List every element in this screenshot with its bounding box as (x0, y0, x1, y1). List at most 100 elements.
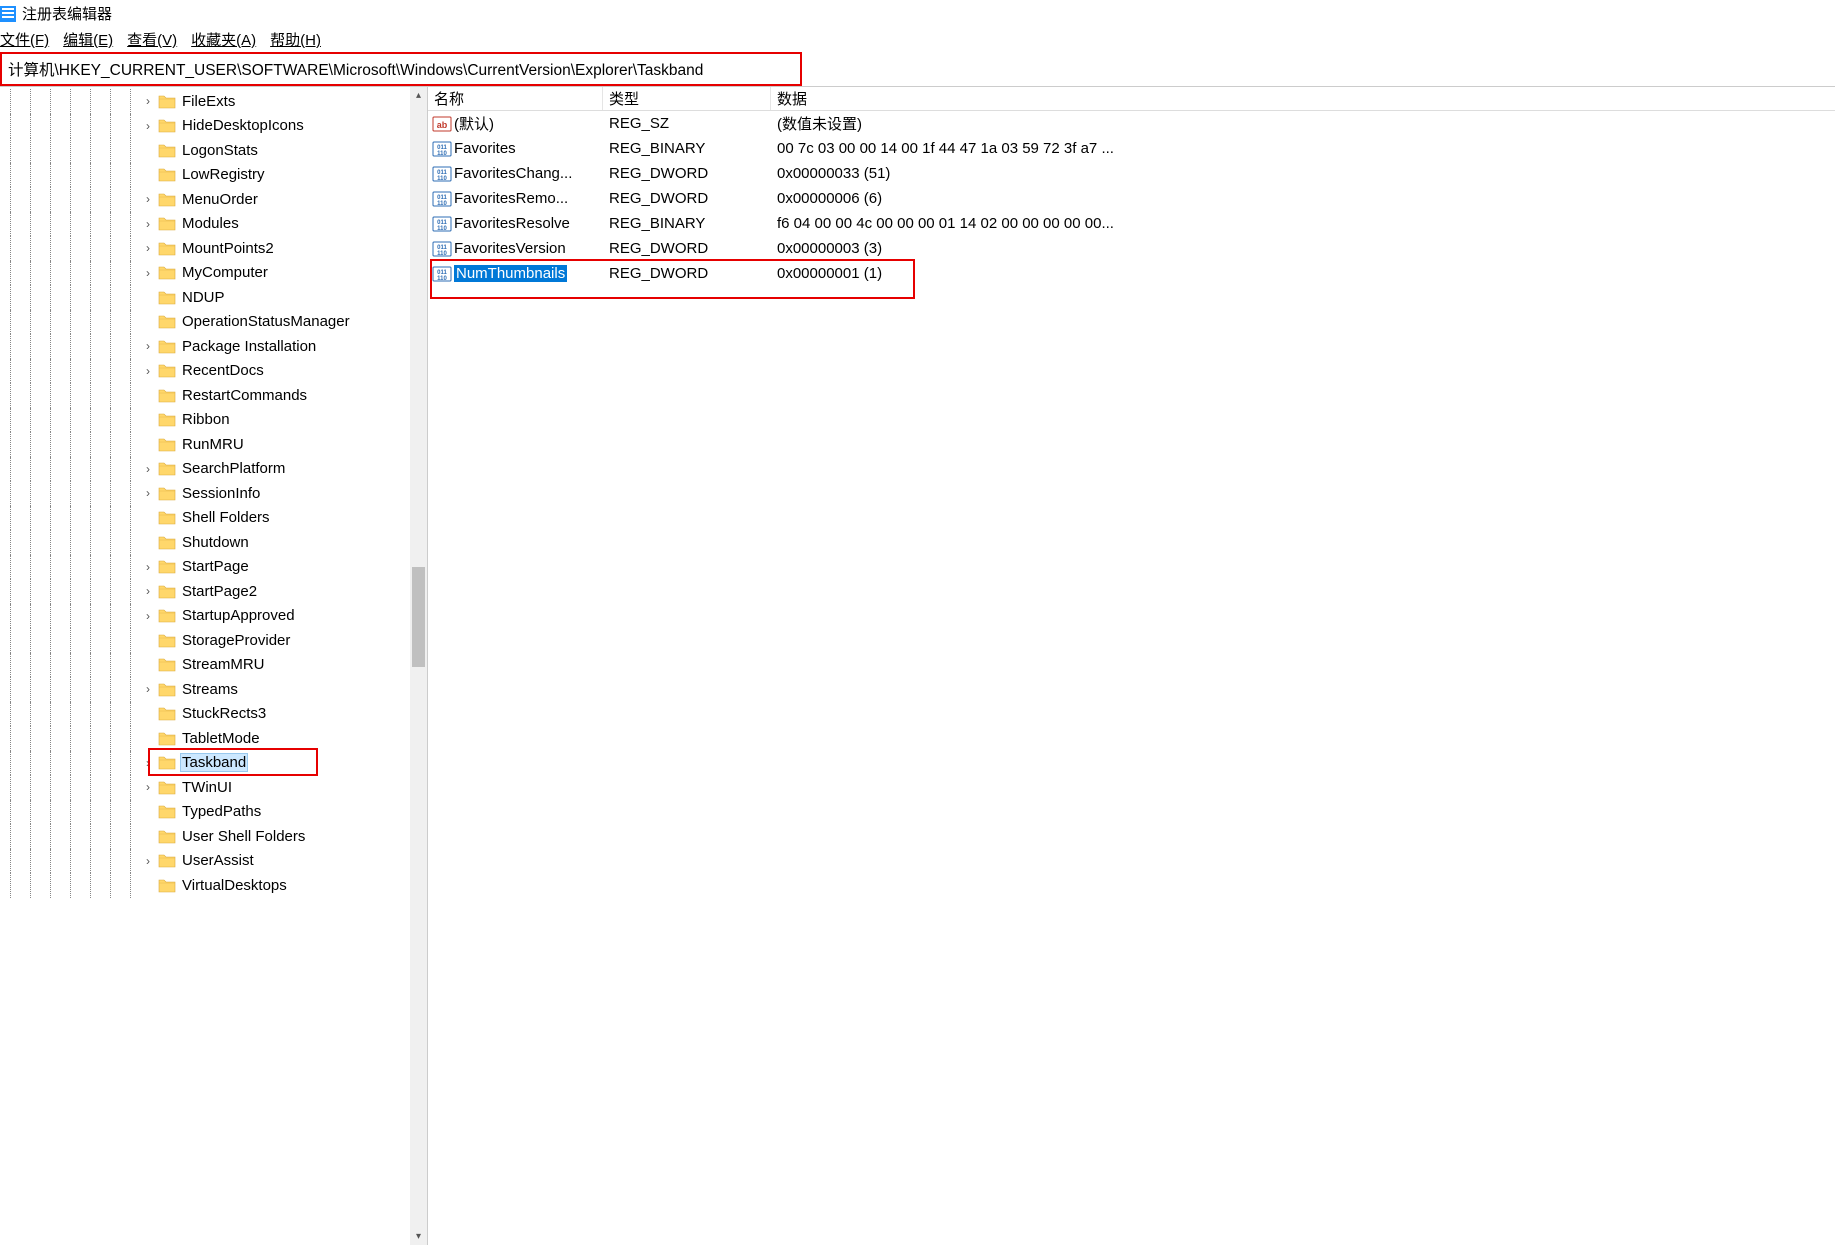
tree-item-label: Shell Folders (180, 509, 272, 526)
tree-item[interactable]: ·User Shell Folders (0, 824, 427, 849)
tree-item[interactable]: › StartPage2 (0, 579, 427, 604)
folder-icon (158, 363, 176, 378)
chevron-right-icon[interactable]: › (140, 462, 156, 476)
tree-item-label: Shutdown (180, 534, 251, 551)
chevron-right-icon[interactable]: › (140, 609, 156, 623)
tree-item[interactable]: ·RestartCommands (0, 383, 427, 408)
value-row[interactable]: 011110FavoritesResolveREG_BINARYf6 04 00… (428, 211, 1835, 236)
menu-file[interactable]: 文件(F) (0, 29, 49, 50)
tree-item-label: StuckRects3 (180, 705, 268, 722)
menu-favorites[interactable]: 收藏夹(A) (191, 29, 256, 50)
tree-item-label: SessionInfo (180, 485, 262, 502)
scroll-down-icon[interactable]: ▾ (410, 1228, 427, 1245)
chevron-right-icon[interactable]: › (140, 780, 156, 794)
folder-icon (158, 461, 176, 476)
tree-branch-icon: · (140, 413, 156, 427)
folder-icon (158, 878, 176, 893)
tree-branch-icon: · (140, 535, 156, 549)
column-type[interactable]: 类型 (603, 87, 771, 110)
tree-item[interactable]: › SessionInfo (0, 481, 427, 506)
tree-item[interactable]: ·TypedPaths (0, 800, 427, 825)
tree-item[interactable]: ›SearchPlatform (0, 457, 427, 482)
chevron-right-icon[interactable]: › (140, 486, 156, 500)
address-bar[interactable]: 计算机\HKEY_CURRENT_USER\SOFTWARE\Microsoft… (0, 52, 802, 86)
chevron-right-icon[interactable]: › (140, 682, 156, 696)
chevron-right-icon[interactable]: › (140, 241, 156, 255)
tree-item[interactable]: ·StreamMRU (0, 653, 427, 678)
menu-help[interactable]: 帮助(H) (270, 29, 321, 50)
values-list[interactable]: ab(默认)REG_SZ(数值未设置)011110FavoritesREG_BI… (428, 111, 1835, 286)
value-row[interactable]: 011110NumThumbnailsREG_DWORD0x00000001 (… (428, 261, 1835, 286)
value-row[interactable]: ab(默认)REG_SZ(数值未设置) (428, 111, 1835, 136)
tree-item-label: VirtualDesktops (180, 877, 289, 894)
tree-item-label: NDUP (180, 289, 227, 306)
tree-scrollbar[interactable]: ▴ ▾ (410, 87, 427, 1245)
tree-item[interactable]: ›RecentDocs (0, 359, 427, 384)
tree-item[interactable]: ·VirtualDesktops (0, 873, 427, 898)
tree-item[interactable]: ·Shell Folders (0, 506, 427, 531)
tree-item[interactable]: ·RunMRU (0, 432, 427, 457)
string-value-icon: ab (432, 115, 452, 133)
chevron-right-icon[interactable]: › (140, 364, 156, 378)
tree-item[interactable]: ·Ribbon (0, 408, 427, 433)
folder-icon (158, 535, 176, 550)
chevron-right-icon[interactable]: › (140, 584, 156, 598)
value-data: 0x00000006 (6) (771, 190, 1835, 207)
tree-item[interactable]: ·LogonStats (0, 138, 427, 163)
tree-item[interactable]: ›MountPoints2 (0, 236, 427, 261)
scroll-up-icon[interactable]: ▴ (410, 87, 427, 104)
tree-item[interactable]: › FileExts (0, 89, 427, 114)
column-data[interactable]: 数据 (771, 87, 1835, 110)
tree-item-label: StartPage2 (180, 583, 259, 600)
menu-view[interactable]: 查看(V) (127, 29, 177, 50)
tree-item[interactable]: ›Modules (0, 212, 427, 237)
folder-icon (158, 143, 176, 158)
tree-item[interactable]: ›MenuOrder (0, 187, 427, 212)
svg-text:110: 110 (437, 276, 447, 282)
tree-item[interactable]: ›MyComputer (0, 261, 427, 286)
tree-item[interactable]: ›TWinUI (0, 775, 427, 800)
values-pane: 名称 类型 数据 ab(默认)REG_SZ(数值未设置)011110Favori… (428, 87, 1835, 1245)
tree-item[interactable]: › HideDesktopIcons (0, 114, 427, 139)
chevron-right-icon[interactable]: › (140, 266, 156, 280)
tree-item[interactable]: ›Streams (0, 677, 427, 702)
tree-item[interactable]: · Shutdown (0, 530, 427, 555)
tree-item[interactable]: ·NDUP (0, 285, 427, 310)
chevron-right-icon[interactable]: › (140, 94, 156, 108)
scroll-thumb[interactable] (412, 567, 425, 667)
tree-item-label: FileExts (180, 93, 237, 110)
tree-item[interactable]: ·StorageProvider (0, 628, 427, 653)
value-row[interactable]: 011110FavoritesVersionREG_DWORD0x0000000… (428, 236, 1835, 261)
chevron-right-icon[interactable]: › (140, 339, 156, 353)
registry-tree[interactable]: ›FileExts›HideDesktopIcons·LogonStats·Lo… (0, 87, 427, 898)
chevron-right-icon[interactable]: › (140, 560, 156, 574)
value-row[interactable]: 011110FavoritesChang...REG_DWORD0x000000… (428, 161, 1835, 186)
value-row[interactable]: 011110FavoritesRemo...REG_DWORD0x0000000… (428, 186, 1835, 211)
value-data: 0x00000001 (1) (771, 265, 1835, 282)
folder-icon (158, 216, 176, 231)
tree-item-label: RunMRU (180, 436, 246, 453)
folder-icon (158, 608, 176, 623)
folder-icon (158, 94, 176, 109)
tree-item[interactable]: ›Package Installation (0, 334, 427, 359)
tree-item-label: LowRegistry (180, 166, 267, 183)
tree-item[interactable]: ·StuckRects3 (0, 702, 427, 727)
tree-item-label: HideDesktopIcons (180, 117, 306, 134)
folder-icon (158, 780, 176, 795)
chevron-right-icon[interactable]: › (140, 119, 156, 133)
tree-item[interactable]: ›StartPage (0, 555, 427, 580)
tree-item[interactable]: ›StartupApproved (0, 604, 427, 629)
chevron-right-icon[interactable]: › (140, 192, 156, 206)
column-name[interactable]: 名称 (428, 87, 603, 110)
tree-item[interactable]: ›Taskband (0, 751, 427, 776)
chevron-right-icon[interactable]: › (140, 854, 156, 868)
menu-edit[interactable]: 编辑(E) (63, 29, 113, 50)
tree-item[interactable]: ·LowRegistry (0, 163, 427, 188)
chevron-right-icon[interactable]: › (140, 217, 156, 231)
tree-item[interactable]: ›UserAssist (0, 849, 427, 874)
tree-item[interactable]: ·OperationStatusManager (0, 310, 427, 335)
tree-item[interactable]: ·TabletMode (0, 726, 427, 751)
column-header: 名称 类型 数据 (428, 87, 1835, 111)
chevron-right-icon[interactable]: › (140, 756, 156, 770)
value-row[interactable]: 011110FavoritesREG_BINARY00 7c 03 00 00 … (428, 136, 1835, 161)
